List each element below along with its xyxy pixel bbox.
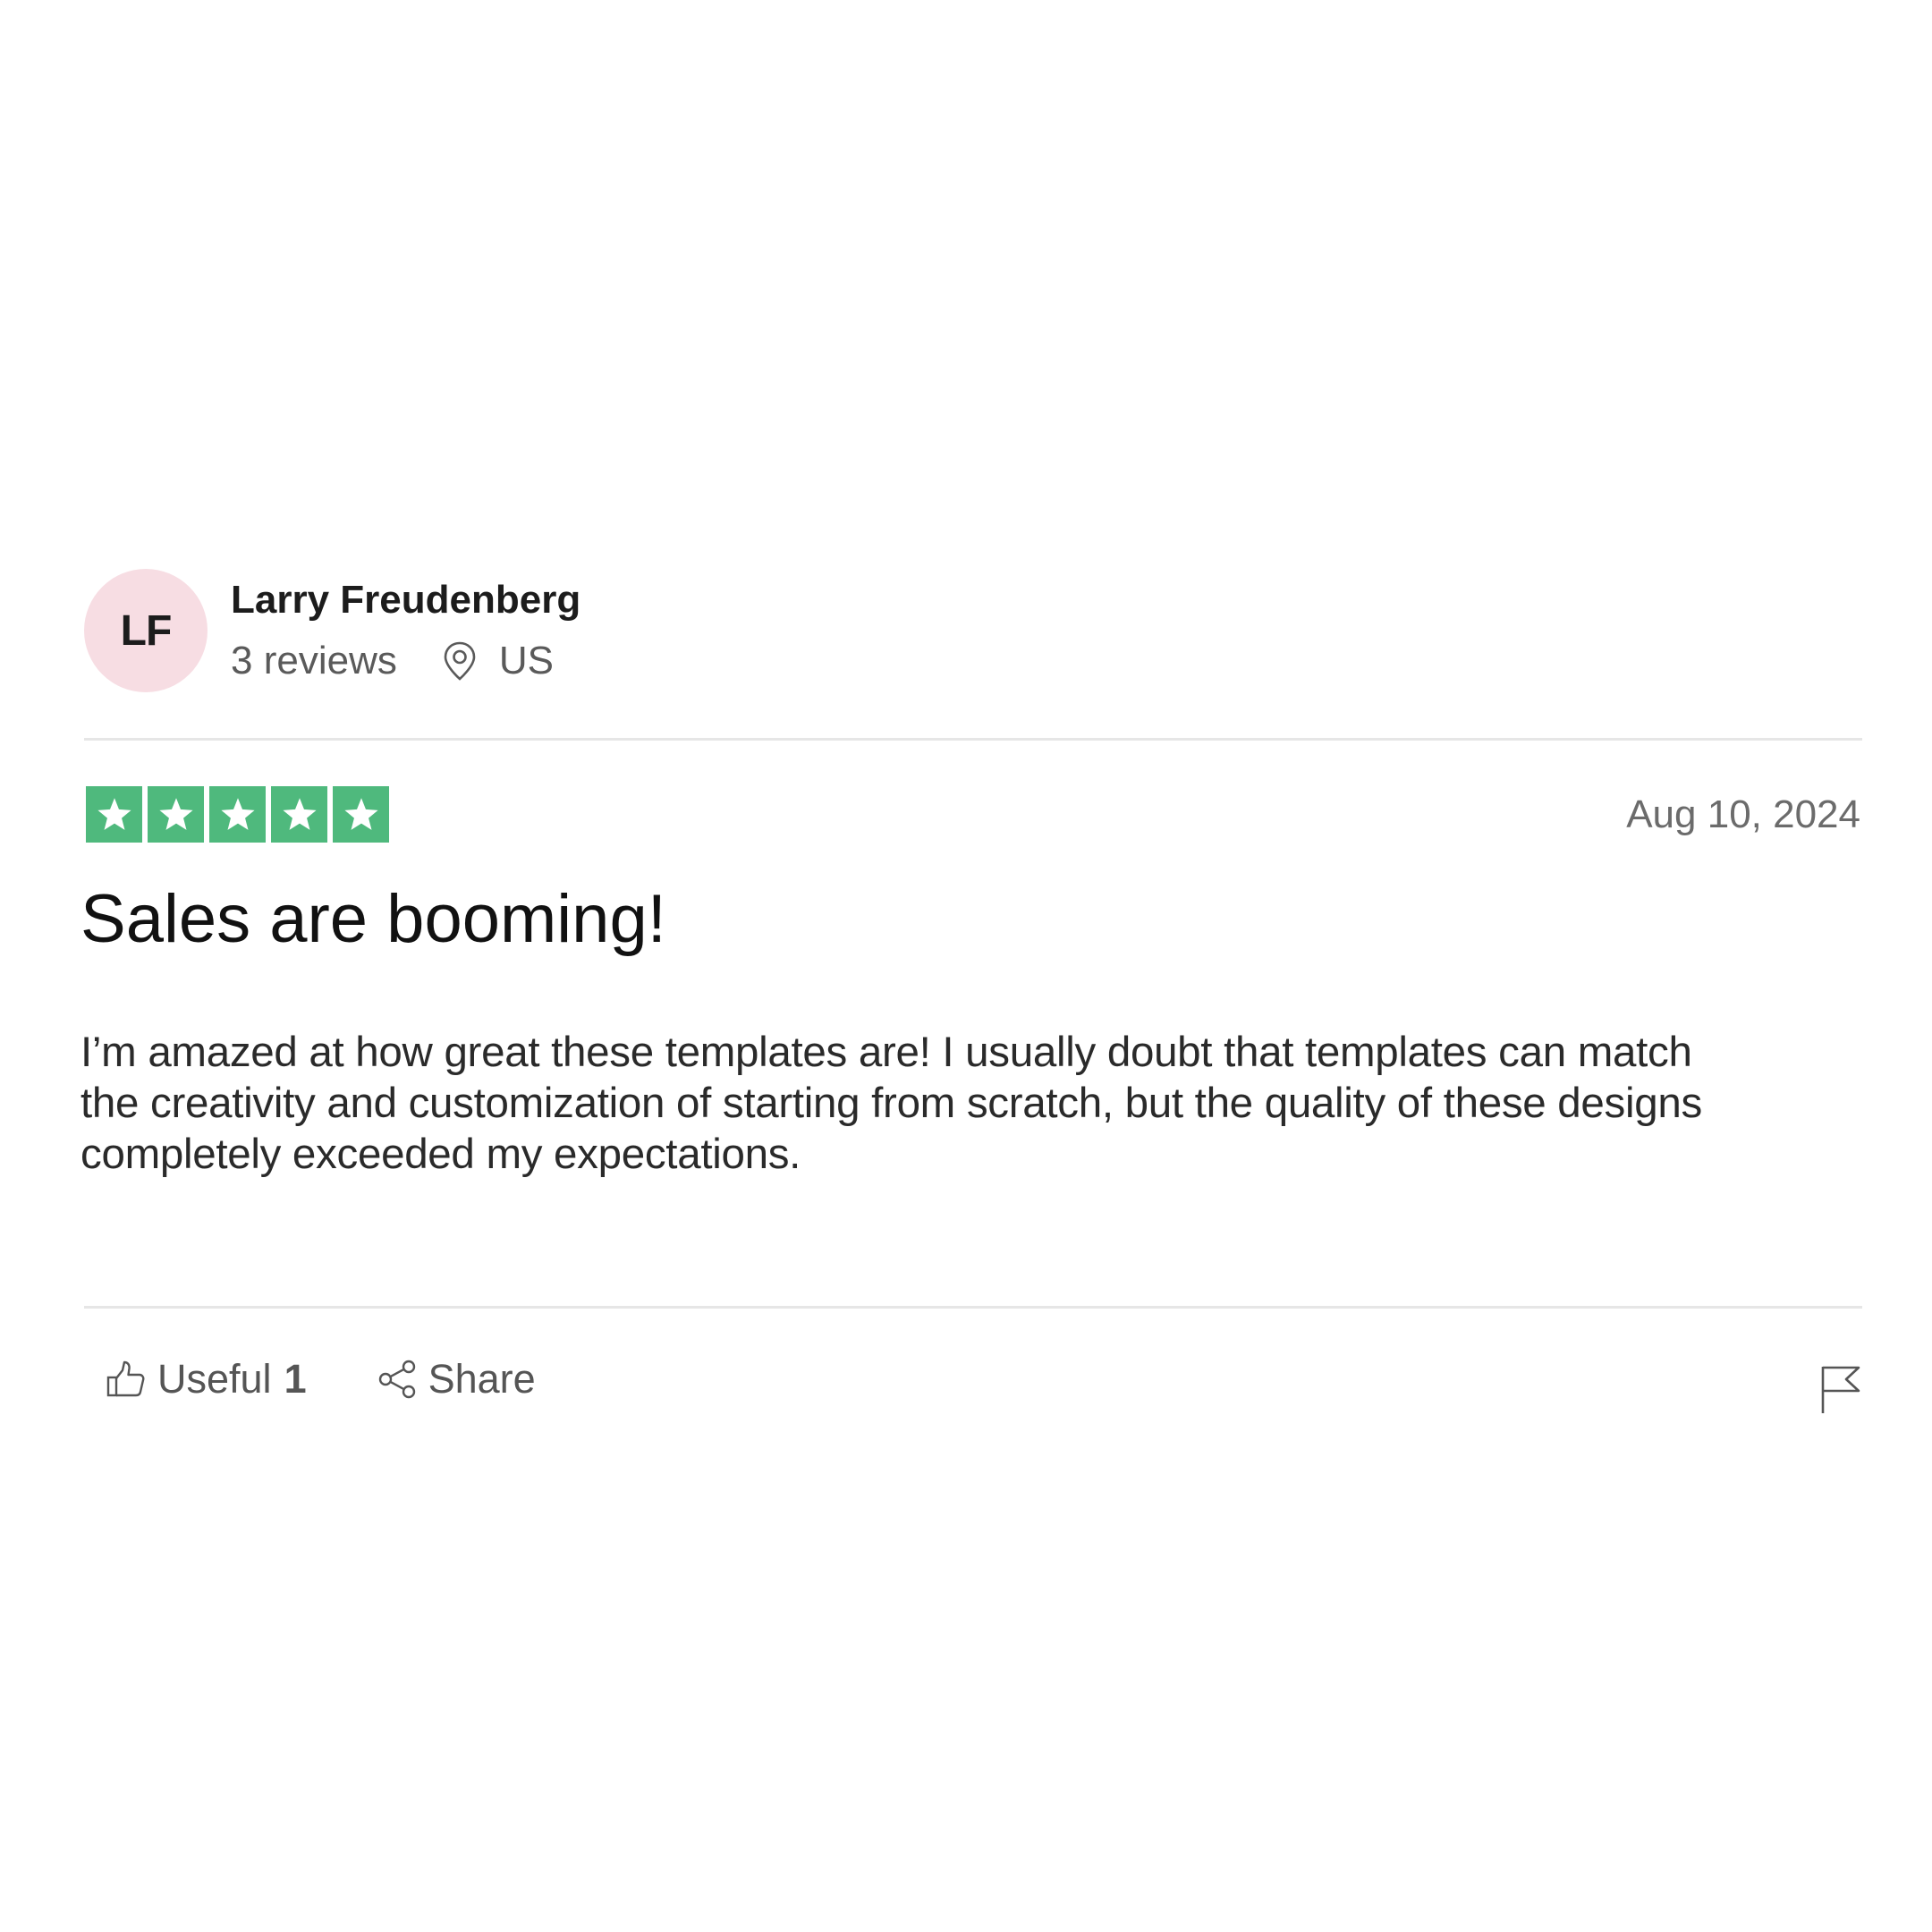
review-body: I’m amazed at how great these templates … — [80, 1029, 1702, 1178]
share-label: Share — [428, 1356, 536, 1402]
review-card: LF Larry Freudenberg 3 reviews US Aug 10… — [80, 569, 1862, 1413]
divider — [84, 1306, 1862, 1309]
useful-count: 1 — [284, 1356, 307, 1402]
report-button[interactable] — [1819, 1363, 1862, 1415]
location-pin-icon — [442, 640, 478, 682]
reviewer-name[interactable]: Larry Freudenberg — [231, 578, 580, 623]
star-icon — [271, 786, 327, 843]
reviewer-header: LF Larry Freudenberg 3 reviews US — [84, 569, 1862, 694]
share-icon — [377, 1359, 418, 1400]
review-title[interactable]: Sales are booming! — [80, 880, 666, 958]
divider — [84, 738, 1862, 741]
avatar[interactable]: LF — [84, 569, 208, 692]
thumbs-up-icon — [106, 1359, 147, 1400]
star-icon — [86, 786, 142, 843]
share-button[interactable]: Share — [377, 1356, 536, 1402]
flag-icon — [1819, 1366, 1862, 1419]
star-icon — [333, 786, 389, 843]
useful-label: Useful — [157, 1356, 272, 1402]
review-actions: Useful 1 Share — [106, 1356, 536, 1402]
review-count: 3 reviews — [231, 639, 397, 682]
reviewer-location: US — [498, 639, 554, 682]
useful-button[interactable]: Useful 1 — [106, 1356, 307, 1402]
star-rating — [86, 786, 389, 843]
review-date: Aug 10, 2024 — [1626, 792, 1860, 836]
reviewer-meta: 3 reviews US — [231, 639, 554, 683]
star-icon — [148, 786, 204, 843]
star-icon — [209, 786, 266, 843]
